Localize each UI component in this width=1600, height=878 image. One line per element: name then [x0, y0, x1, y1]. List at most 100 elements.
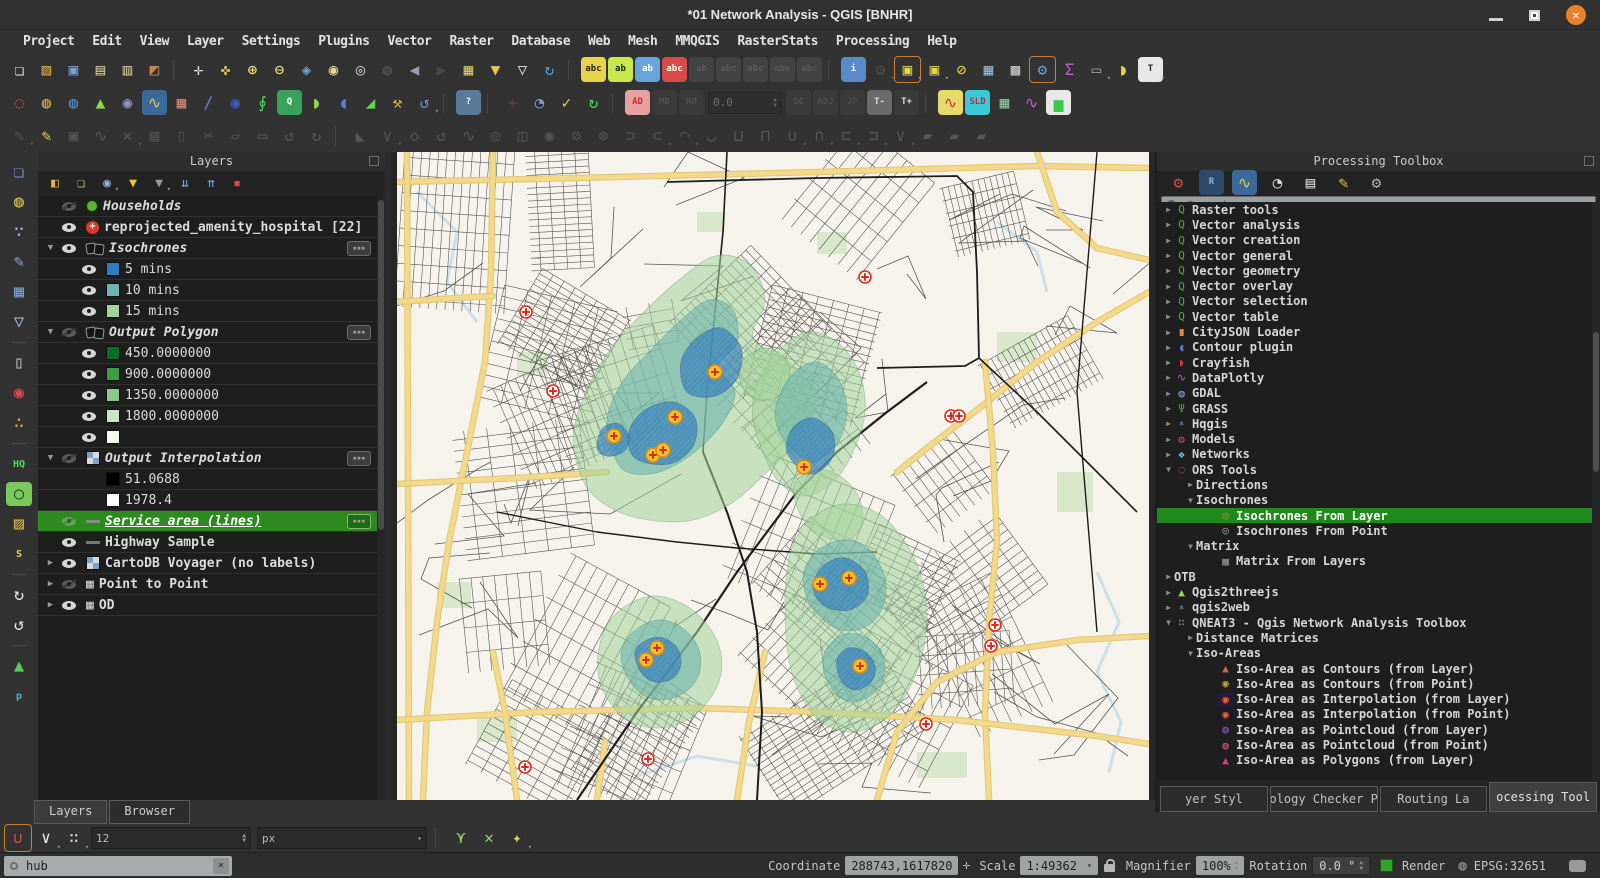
- deselect-features-icon[interactable]: ⊘: [949, 57, 974, 82]
- data-source-manager-icon[interactable]: ❏: [6, 160, 32, 184]
- layer-row[interactable]: 51.0688: [38, 469, 377, 490]
- advanced-digitizing-ad-badge[interactable]: AD: [625, 90, 650, 115]
- layer-row[interactable]: 15 mins: [38, 301, 377, 322]
- enable-snapping-icon[interactable]: ∪: [5, 825, 31, 851]
- locator-search-input[interactable]: [18, 859, 213, 873]
- layer-row[interactable]: ▶▦OD: [38, 595, 377, 616]
- pan-to-selection-icon[interactable]: ✜: [213, 57, 238, 82]
- layers-scrollbar[interactable]: [377, 196, 385, 800]
- visibility-eye-icon[interactable]: [82, 265, 96, 274]
- algorithm-row[interactable]: ▼Iso-Areas: [1157, 646, 1592, 661]
- hospital-marker[interactable]: [859, 271, 871, 283]
- expand-arrow-icon[interactable]: ▶: [1163, 435, 1174, 444]
- expand-arrow-icon[interactable]: ▶: [1163, 312, 1174, 321]
- expand-arrow-icon[interactable]: ▶: [1163, 266, 1174, 275]
- algorithm-row[interactable]: ▶QVector general: [1157, 248, 1592, 263]
- algorithm-row[interactable]: ▶◖Contour plugin: [1157, 340, 1592, 355]
- snapping-type-icon[interactable]: ∷▾: [61, 825, 87, 851]
- expand-arrow-icon[interactable]: ▶: [1163, 419, 1174, 428]
- close-button[interactable]: ✕: [1566, 5, 1586, 25]
- processing-scrollbar[interactable]: [1592, 202, 1600, 780]
- hospital-marker-selected[interactable]: [797, 460, 811, 474]
- show-labels-icon[interactable]: abc: [581, 57, 606, 82]
- history-icon[interactable]: ◔: [1265, 170, 1290, 195]
- algorithm-row[interactable]: ▼Isochrones: [1157, 493, 1592, 508]
- hospital-marker[interactable]: [547, 385, 559, 397]
- menu-database[interactable]: Database: [502, 32, 579, 51]
- search-layers-icon[interactable]: Q: [277, 90, 302, 115]
- filter-legend-icon[interactable]: ▼: [123, 173, 143, 193]
- add-wms-layer-icon[interactable]: ◍: [6, 190, 32, 214]
- layer-row[interactable]: ▶CartoDB Voyager (no labels): [38, 553, 377, 574]
- zoom-full-icon[interactable]: ◈: [294, 57, 319, 82]
- algorithm-row[interactable]: ▶QVector analysis: [1157, 217, 1592, 232]
- scale-combo[interactable]: 1:49362▾: [1020, 856, 1097, 875]
- style-manager-icon[interactable]: ◩: [142, 57, 167, 82]
- sld4raster-icon[interactable]: SLD: [965, 90, 990, 115]
- messages-icon[interactable]: [1569, 860, 1586, 872]
- save-project-icon[interactable]: ▣: [61, 57, 86, 82]
- chart-dots-icon[interactable]: ∴: [6, 411, 32, 435]
- algorithm-row[interactable]: ▼∷QNEAT3 - Qgis Network Analysis Toolbox: [1157, 615, 1592, 630]
- hospital-marker-selected[interactable]: [842, 571, 856, 585]
- add-point-cloud-icon[interactable]: ∵: [6, 220, 32, 244]
- zoom-to-selection-icon[interactable]: ◉: [321, 57, 346, 82]
- algorithm-row[interactable]: ◎Isochrones From Point: [1157, 523, 1592, 538]
- hospital-marker[interactable]: [520, 306, 532, 318]
- pgrouting-icon[interactable]: p: [6, 684, 32, 708]
- profile-plot-icon[interactable]: ∿: [1019, 90, 1044, 115]
- expand-arrow-icon[interactable]: ▼: [1185, 542, 1196, 551]
- hospital-marker-selected[interactable]: [853, 659, 867, 673]
- expand-arrow-icon[interactable]: ▶: [1163, 588, 1174, 597]
- ors-route-icon[interactable]: ∿: [938, 90, 963, 115]
- open-attribute-table-icon[interactable]: ▦: [976, 57, 1001, 82]
- menu-raster[interactable]: Raster: [440, 32, 502, 51]
- expand-arrow-icon[interactable]: ▶: [1163, 236, 1174, 245]
- algorithm-row[interactable]: ▶∗Hqgis: [1157, 416, 1592, 431]
- algorithm-row[interactable]: ▲Iso-Area as Contours (from Layer): [1157, 661, 1592, 676]
- layer-row[interactable]: Households: [38, 196, 377, 217]
- rotation-spinbox[interactable]: 0.0 ° ▲▼: [1312, 856, 1370, 875]
- algorithm-row[interactable]: ▦Matrix From Layers: [1157, 554, 1592, 569]
- expand-arrow-icon[interactable]: ▼: [1185, 496, 1196, 505]
- osm-search-dock-icon[interactable]: ○: [6, 482, 32, 506]
- edit-features-in-place-icon[interactable]: ✎: [1331, 170, 1356, 195]
- expand-arrow-icon[interactable]: ▶: [1163, 220, 1174, 229]
- add-mesh-layer-icon[interactable]: ▦: [6, 280, 32, 304]
- algorithm-row[interactable]: ▶❖Networks: [1157, 447, 1592, 462]
- expand-arrow-icon[interactable]: ▶: [1163, 373, 1174, 382]
- visibility-eye-icon[interactable]: [62, 454, 76, 463]
- menu-layer[interactable]: Layer: [178, 32, 233, 51]
- dataplotly-edit-icon[interactable]: ∕: [196, 90, 221, 115]
- menu-settings[interactable]: Settings: [233, 32, 310, 51]
- new-print-layout-icon[interactable]: ▤: [88, 57, 113, 82]
- field-calculator-icon[interactable]: ▩: [1003, 57, 1028, 82]
- mmqgis-icon[interactable]: ◗: [304, 90, 329, 115]
- zoom-to-layer-icon[interactable]: ◎: [348, 57, 373, 82]
- hospital-marker[interactable]: [519, 761, 531, 773]
- menu-mesh[interactable]: Mesh: [619, 32, 666, 51]
- append-features-icon[interactable]: ▦: [992, 90, 1017, 115]
- algorithm-row[interactable]: ▶QVector table: [1157, 309, 1592, 324]
- raster-color-table-icon[interactable]: ▦: [169, 90, 194, 115]
- dock-tab[interactable]: Routing La: [1380, 786, 1488, 812]
- models-icon[interactable]: ⚙: [1166, 170, 1191, 195]
- osm-edit-icon[interactable]: ▨: [6, 512, 32, 536]
- pan-map-icon[interactable]: ✛: [186, 57, 211, 82]
- algorithm-row[interactable]: ▶QVector selection: [1157, 294, 1592, 309]
- map-canvas[interactable]: [397, 152, 1149, 800]
- label-options-icon[interactable]: ab: [608, 57, 633, 82]
- visibility-eye-icon[interactable]: [62, 244, 76, 253]
- epsg-status[interactable]: EPSG:32651: [1474, 859, 1546, 873]
- identify-features-icon[interactable]: i: [841, 57, 866, 82]
- layer-row[interactable]: Service area (lines)▪▪▪: [38, 511, 377, 532]
- visibility-eye-icon[interactable]: [62, 580, 76, 589]
- expand-arrow-icon[interactable]: ▶: [1185, 633, 1196, 642]
- hospital-marker-selected[interactable]: [813, 577, 827, 591]
- visibility-eye-icon[interactable]: [82, 349, 96, 358]
- menu-processing[interactable]: Processing: [827, 32, 918, 51]
- add-vector-tile-icon[interactable]: ▽: [6, 310, 32, 334]
- add-globe-layer-icon[interactable]: ◍: [34, 90, 59, 115]
- zoom-out-icon[interactable]: ⊖: [267, 57, 292, 82]
- algorithm-row[interactable]: ▶ΨGRASS: [1157, 401, 1592, 416]
